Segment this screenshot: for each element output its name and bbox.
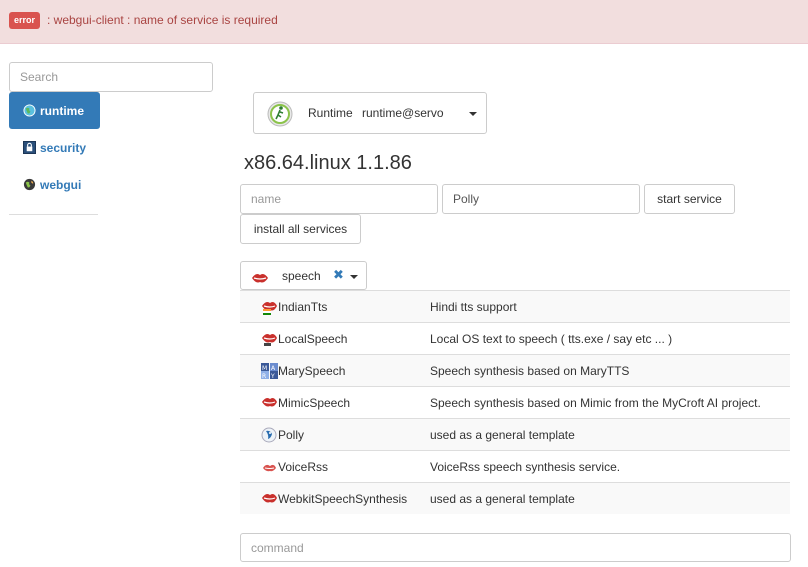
service-description: Hindi tts support: [430, 300, 517, 314]
service-name: MarySpeech: [278, 364, 346, 378]
search-input[interactable]: [9, 62, 213, 92]
table-row[interactable]: WebkitSpeechSynthesis used as a general …: [240, 482, 790, 514]
service-name-input[interactable]: [240, 184, 438, 214]
command-input[interactable]: [240, 533, 791, 562]
sidebar-item-runtime[interactable]: runtime: [9, 92, 100, 129]
sidebar-item-label: webgui: [40, 177, 82, 192]
service-description: Local OS text to speech ( tts.exe / say …: [430, 332, 673, 346]
runtime-label: Runtime: [308, 106, 353, 120]
install-all-services-button[interactable]: install all services: [240, 214, 361, 244]
service-description: VoiceRss speech synthesis service.: [430, 460, 621, 474]
runtime-runner-icon: [267, 101, 293, 127]
small-lips-icon: [263, 464, 276, 472]
lips-india-flag-icon: [262, 302, 277, 315]
mary-logo-icon: M A R Y: [261, 363, 278, 379]
lips-icon: [262, 334, 277, 346]
table-row[interactable]: MimicSpeech Speech synthesis based on Mi…: [240, 386, 790, 418]
lips-icon: [262, 494, 277, 503]
table-row[interactable]: VoiceRss VoiceRss speech synthesis servi…: [240, 450, 790, 482]
category-filter-select[interactable]: speech ✖: [240, 261, 367, 290]
globe-icon: [23, 104, 36, 117]
globe-icon: [23, 178, 36, 191]
platform-version: x86.64.linux 1.1.86: [244, 152, 412, 174]
service-description: used as a general template: [430, 428, 575, 442]
runtime-value: runtime@servo: [362, 106, 444, 120]
svg-text:R: R: [262, 373, 266, 379]
table-row[interactable]: Polly used as a general template: [240, 418, 790, 450]
sidebar-item-security[interactable]: security: [9, 129, 98, 166]
service-name: MimicSpeech: [278, 396, 351, 410]
service-description: used as a general template: [430, 492, 575, 506]
lips-icon: [252, 274, 268, 283]
service-type-input[interactable]: [442, 184, 640, 214]
table-row[interactable]: M A R Y MarySpeech Speech synthesis base…: [240, 354, 790, 386]
sidebar-nav: runtime security webgui: [9, 92, 100, 215]
sidebar-item-label: runtime: [40, 103, 85, 118]
clear-icon[interactable]: ✖: [333, 267, 344, 283]
table-row[interactable]: IndianTts Hindi tts support: [240, 290, 790, 322]
runtime-selector[interactable]: Runtime runtime@servo: [253, 92, 487, 134]
service-name: LocalSpeech: [278, 332, 348, 346]
service-name: IndianTts: [278, 300, 328, 314]
category-filter-label: speech: [282, 269, 321, 283]
chevron-down-icon[interactable]: [350, 275, 358, 279]
error-alert: error : webgui-client : name of service …: [0, 0, 808, 44]
start-service-button[interactable]: start service: [644, 184, 735, 214]
chevron-down-icon: [469, 112, 477, 116]
svg-text:M: M: [262, 365, 267, 372]
table-row[interactable]: LocalSpeech Local OS text to speech ( tt…: [240, 322, 790, 354]
svg-text:Y: Y: [270, 373, 275, 379]
service-description: Speech synthesis based on Mimic from the…: [430, 396, 761, 410]
error-message: : webgui-client : name of service is req…: [47, 13, 278, 27]
lips-icon: [262, 398, 277, 407]
service-name: VoiceRss: [278, 460, 329, 474]
service-description: Speech synthesis based on MaryTTS: [430, 364, 630, 378]
error-badge: error: [9, 12, 41, 29]
service-name: Polly: [278, 428, 305, 442]
sidebar-item-webgui[interactable]: webgui: [9, 166, 98, 203]
service-table: IndianTts Hindi tts support LocalSpeech …: [240, 290, 790, 514]
sidebar-item-label: security: [40, 140, 87, 155]
polly-icon: [261, 427, 277, 443]
lock-icon: [23, 141, 36, 154]
service-name: WebkitSpeechSynthesis: [278, 492, 408, 506]
